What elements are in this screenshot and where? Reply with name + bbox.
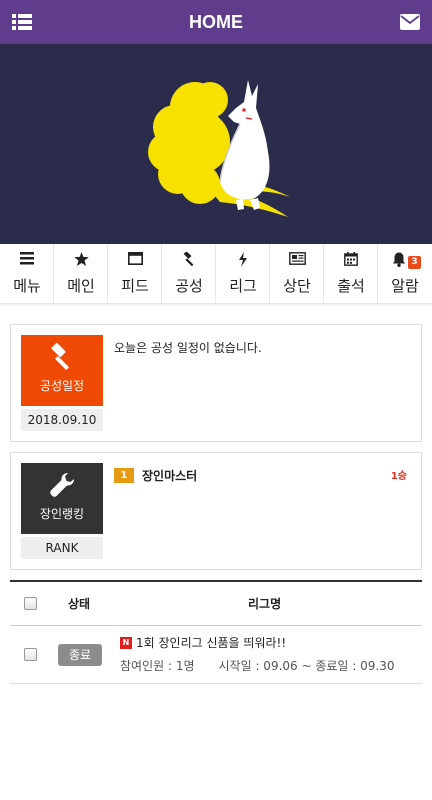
status-column-header: 상태 — [68, 597, 91, 611]
tab-label: 피드 — [121, 277, 149, 295]
league-title-link[interactable]: 1회 장인리그 신품을 띄워라!! — [136, 634, 286, 651]
envelope-icon[interactable] — [400, 14, 420, 30]
rank-number-badge: 1 — [114, 468, 134, 483]
tile-label: 공성일정 — [39, 379, 85, 393]
fox-logo-image — [148, 80, 290, 217]
gavel-icon — [162, 252, 216, 268]
league-meta: 참여인원 : 1명 시작일 : 09.06 ~ 종료일 : 09.30 — [120, 657, 419, 674]
win-count: 1승 — [390, 471, 407, 482]
schedule-message: 오늘은 공성 일정이 없습니다. — [114, 341, 262, 355]
ranking-card: 장인랭킹 RANK 1 장인마스터 1승 — [10, 452, 422, 570]
select-all-checkbox[interactable] — [24, 597, 37, 610]
wrench-icon — [50, 473, 74, 497]
bolt-icon — [216, 252, 270, 268]
gavel-icon — [51, 343, 69, 370]
tab-attendance[interactable]: 출석 — [324, 244, 378, 304]
alarm-count-badge: 3 — [408, 256, 421, 269]
top-bar: HOME — [0, 0, 432, 44]
tab-league[interactable]: 리그 — [216, 244, 270, 304]
tab-label: 알람 — [391, 277, 419, 295]
calendar-icon — [324, 252, 378, 268]
page-title: HOME — [189, 12, 243, 32]
category-tab-bar: 메뉴 메인 피드 공성 리그 상단 출석 3 알람 — [0, 244, 432, 304]
tab-label: 공성 — [175, 277, 203, 295]
league-period: 시작일 : 09.06 ~ 종료일 : 09.30 — [218, 659, 395, 673]
tab-label: 상단 — [283, 277, 311, 295]
tab-label: 리그 — [229, 277, 257, 295]
star-icon — [54, 252, 108, 268]
tab-feed[interactable]: 피드 — [108, 244, 162, 304]
table-row[interactable]: 종료 N 1회 장인리그 신품을 띄워라!! 참여인원 : 1명 시작일 : 09… — [10, 626, 422, 684]
window-icon — [108, 252, 162, 268]
siege-schedule-card: 공성일정 2018.09.10 오늘은 공성 일정이 없습니다. — [10, 324, 422, 442]
tab-label: 메뉴 — [13, 277, 41, 295]
tab-top[interactable]: 상단 — [270, 244, 324, 304]
schedule-date: 2018.09.10 — [21, 409, 103, 431]
tab-main[interactable]: 메인 — [54, 244, 108, 304]
league-table: 상태 리그명 종료 N 1회 장인리그 신품을 띄워라!! 참여인원 : 1명 시… — [10, 580, 422, 684]
participant-count: 참여인원 : 1명 — [120, 659, 195, 673]
row-checkbox[interactable] — [24, 648, 37, 661]
ranker-name[interactable]: 장인마스터 — [142, 467, 197, 484]
tab-alarm[interactable]: 3 알람 — [378, 244, 432, 304]
league-name-column-header: 리그명 — [248, 597, 282, 611]
new-badge: N — [120, 637, 132, 649]
hero-banner — [0, 44, 432, 244]
tab-siege[interactable]: 공성 — [162, 244, 216, 304]
newspaper-icon — [270, 252, 324, 268]
table-header-row: 상태 리그명 — [10, 582, 422, 626]
siege-schedule-tile[interactable]: 공성일정 — [21, 335, 103, 406]
tab-label: 출석 — [337, 277, 365, 295]
rank-footer: RANK — [21, 537, 103, 559]
ranking-tile[interactable]: 장인랭킹 — [21, 463, 103, 534]
tab-menu[interactable]: 메뉴 — [0, 244, 54, 304]
bars-icon — [0, 252, 54, 268]
tile-label: 장인랭킹 — [39, 507, 85, 521]
status-badge: 종료 — [58, 644, 102, 666]
tab-label: 메인 — [67, 277, 95, 295]
